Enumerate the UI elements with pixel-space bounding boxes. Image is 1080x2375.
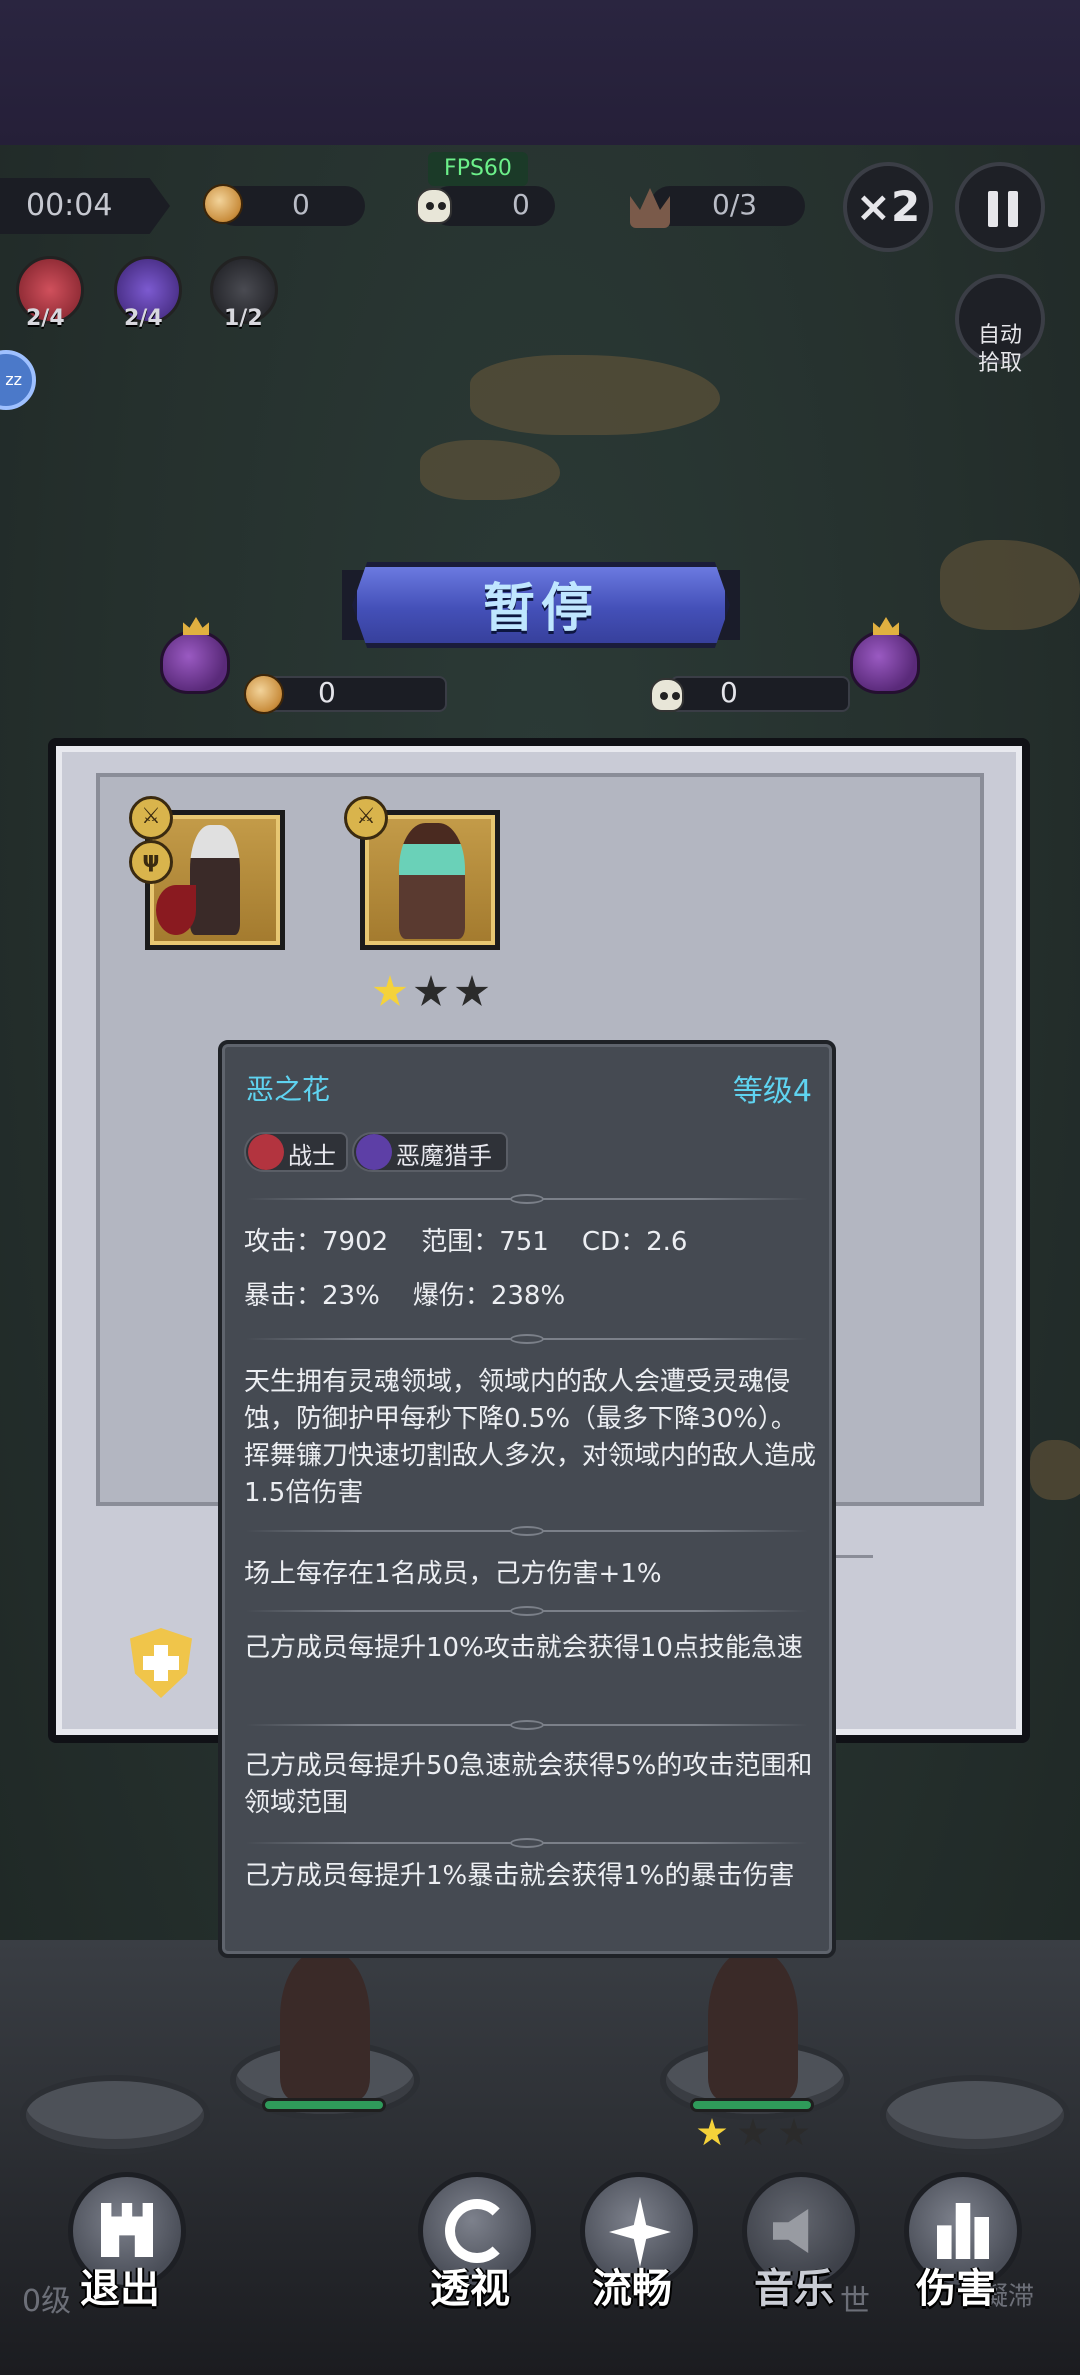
sword-class-badge: ⚔ bbox=[344, 796, 388, 840]
hunter-hero-portrait bbox=[399, 823, 465, 939]
ground-patch bbox=[1030, 1440, 1080, 1500]
top-dark-strip bbox=[0, 0, 1080, 145]
kill-count: 0 bbox=[512, 188, 530, 221]
pause-coin-pill bbox=[262, 676, 447, 712]
coin-icon bbox=[203, 184, 243, 224]
separator-ornament bbox=[510, 1334, 544, 1344]
castle-icon bbox=[101, 2203, 153, 2257]
separator-ornament bbox=[510, 1720, 544, 1730]
pause-title: 暂停 bbox=[482, 579, 599, 639]
tag-demon-hunter-label: 恶魔猎手 bbox=[396, 1142, 492, 1170]
shield-cross bbox=[143, 1656, 179, 1670]
vortex-icon bbox=[445, 2199, 509, 2263]
music-label: 音乐 bbox=[754, 2266, 834, 2312]
separator-ornament bbox=[510, 1606, 544, 1616]
passive-1: 场上每存在1名成员，己方伤害+1% bbox=[244, 1559, 662, 1589]
sword-class-badge: ⚔ bbox=[129, 796, 173, 840]
separator-ornament bbox=[510, 1526, 544, 1536]
warrior-sword-icon bbox=[248, 1134, 284, 1170]
separator-ornament bbox=[510, 1838, 544, 1848]
speed-button[interactable]: ×2 bbox=[843, 162, 933, 252]
right-treasure-pot-icon bbox=[850, 630, 920, 694]
crit-stats: 暴击：23% 爆伤：238% bbox=[244, 1281, 566, 1311]
pause-coin-icon bbox=[244, 674, 284, 714]
dagger-skill-count: 1/2 bbox=[224, 306, 263, 331]
pause-button[interactable] bbox=[955, 162, 1045, 252]
speed-label: ×2 bbox=[855, 182, 921, 231]
skill-description: 天生拥有灵魂领域，领域内的敌人会遭受灵魂侵蚀，防御护甲每秒下降0.5%（最多下降… bbox=[244, 1367, 817, 1508]
pause-icon bbox=[988, 191, 998, 227]
coin-count: 0 bbox=[292, 188, 310, 221]
hero-pedestal bbox=[20, 2075, 210, 2155]
pause-coin-count: 0 bbox=[318, 676, 336, 709]
auto-pickup-label: 自动 拾取 bbox=[977, 323, 1022, 376]
hero-health-bar bbox=[262, 2098, 386, 2112]
team-level: 0级 bbox=[22, 2284, 72, 2319]
hero-pedestal bbox=[880, 2075, 1070, 2155]
claw-skill-count: 2/4 bbox=[124, 306, 163, 331]
perspective-label: 透视 bbox=[430, 2266, 510, 2312]
tag-warrior-label: 战士 bbox=[288, 1142, 336, 1170]
scythe-hero-portrait bbox=[190, 825, 240, 935]
damage-label: 伤害 bbox=[916, 2266, 996, 2312]
pause-skull-icon bbox=[650, 678, 684, 712]
attack-range-cd-stats: 攻击：7902 范围：751 CD：2.6 bbox=[244, 1227, 688, 1257]
boss-progress: 0/3 bbox=[712, 188, 758, 221]
game-timer: 00:04 bbox=[26, 188, 113, 223]
passive-3: 己方成员每提升50急速就会获得5%的攻击范围和领域范围 bbox=[244, 1751, 813, 1818]
skull-icon bbox=[416, 188, 452, 224]
hero-health-bar bbox=[690, 2098, 814, 2112]
scythe-icon bbox=[156, 885, 196, 935]
hero-level: 等级4 bbox=[732, 1074, 812, 1109]
smooth-label: 流畅 bbox=[592, 2266, 672, 2312]
left-treasure-pot-icon bbox=[160, 630, 230, 694]
pause-kill-count: 0 bbox=[720, 676, 738, 709]
hero-name: 恶之花 bbox=[246, 1073, 331, 1106]
hunter-hero-sprite[interactable] bbox=[708, 1950, 798, 2100]
faint-label-world: 世 bbox=[840, 2284, 870, 2319]
separator-ornament bbox=[510, 1194, 544, 1204]
bar-chart-icon bbox=[937, 2203, 989, 2259]
passive-2: 己方成员每提升10%攻击就会获得10点技能急速 bbox=[244, 1633, 803, 1663]
exit-label: 退出 bbox=[80, 2266, 160, 2312]
speaker-icon bbox=[773, 2209, 809, 2253]
scythe-hero-sprite[interactable] bbox=[280, 1950, 370, 2100]
claw-class-badge: ψ bbox=[129, 840, 173, 884]
fps-counter: FPS60 bbox=[428, 152, 528, 186]
demon-hunter-claw-icon bbox=[356, 1134, 392, 1170]
auto-pickup-button[interactable]: 自动 拾取 bbox=[955, 274, 1045, 376]
sword-skill-count: 2/4 bbox=[26, 306, 65, 331]
passive-4: 己方成员每提升1%暴击就会获得1%的暴击伤害 bbox=[244, 1861, 795, 1891]
pause-kill-pill bbox=[670, 676, 850, 712]
